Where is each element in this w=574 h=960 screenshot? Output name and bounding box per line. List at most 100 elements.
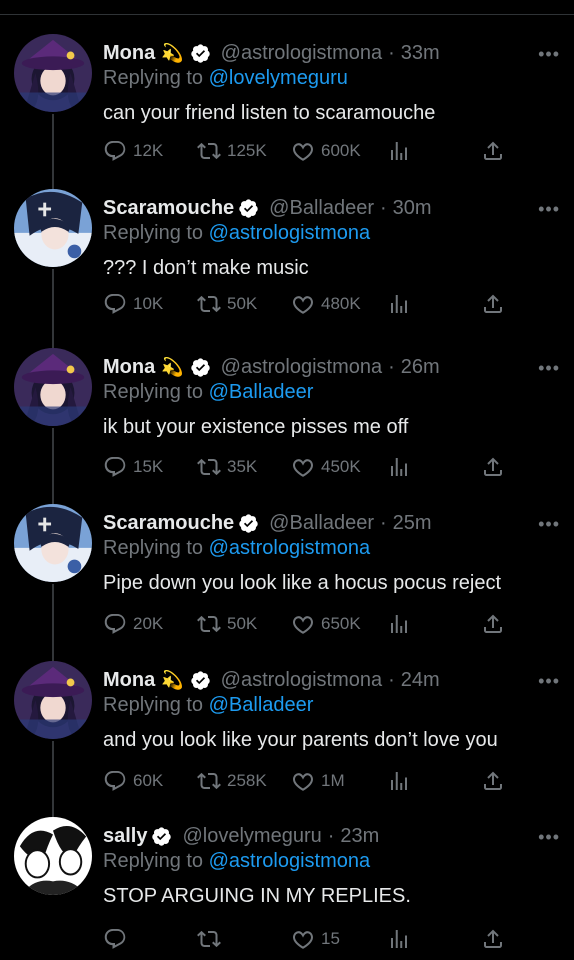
retweet-button[interactable] [197,927,227,951]
avatar-artwork [14,504,92,582]
reply-button[interactable]: 12K [103,139,163,163]
tweet-body: Mona 💫 @astrologistmona · 24m ••• Replyi… [103,667,560,791]
like-button[interactable]: 1M [291,769,345,793]
sparkle-emoji: 💫 [161,669,184,690]
retweet-count: 50K [227,614,258,633]
heart-icon [293,459,313,477]
avatar[interactable] [14,661,92,739]
thread-connector-line [52,269,54,348]
more-options-icon[interactable]: ••• [538,671,560,692]
like-button[interactable]: 450K [291,455,361,479]
reply-button[interactable] [103,927,133,951]
heart-icon [293,143,313,161]
timestamp[interactable]: 33m [401,42,440,65]
like-button[interactable]: 600K [291,139,361,163]
user-handle[interactable]: @Balladeer [269,512,374,535]
display-name[interactable]: Mona [103,669,155,692]
tweet-text: Pipe down you look like a hocus pocus re… [103,572,502,594]
tweet-header: Mona 💫 @astrologistmona · 26m [103,354,560,380]
reply-button[interactable]: 10K [103,292,163,316]
retweet-icon [197,615,221,633]
retweet-button[interactable]: 125K [197,139,267,163]
retweet-button[interactable]: 258K [197,769,267,793]
tweet-text: and you look like your parents don’t lov… [103,729,498,751]
replying-label: Replying to [103,67,204,89]
share-icon [484,294,502,313]
reply-button[interactable]: 20K [103,612,163,636]
reply-icon [104,141,126,161]
avatar[interactable] [14,189,92,267]
display-name[interactable]: Scaramouche [103,197,234,220]
user-handle[interactable]: @astrologistmona [221,42,382,65]
replying-to: Replying to @Balladeer [103,381,560,407]
avatar[interactable] [14,504,92,582]
replying-mention-link[interactable]: @Balladeer [209,381,314,403]
display-name[interactable]: Mona [103,42,155,65]
avatar[interactable] [14,348,92,426]
like-button[interactable]: 650K [291,612,361,636]
replying-mention-link[interactable]: @astrologistmona [209,850,370,872]
share-button[interactable] [481,292,511,316]
replying-label: Replying to [103,850,204,872]
replying-to: Replying to @Balladeer [103,694,560,720]
replying-mention-link[interactable]: @lovelymeguru [209,67,348,89]
user-handle[interactable]: @Balladeer [269,197,374,220]
replying-label: Replying to [103,694,204,716]
reply-count: 12K [133,141,164,160]
reply-button[interactable]: 60K [103,769,163,793]
like-button[interactable]: 480K [291,292,361,316]
analytics-button[interactable] [387,292,417,316]
like-button[interactable]: 15 [291,927,340,951]
more-options-icon[interactable]: ••• [538,44,560,65]
timestamp[interactable]: 24m [401,669,440,692]
tweet-body: Scaramouche @Balladeer · 30m ••• Replyin… [103,195,560,314]
user-handle[interactable]: @astrologistmona [221,669,382,692]
timestamp[interactable]: 25m [393,512,432,535]
verified-badge-icon [239,513,258,533]
analytics-button[interactable] [387,927,417,951]
thread-connector-line [52,114,54,189]
share-button[interactable] [481,139,511,163]
replying-mention-link[interactable]: @astrologistmona [209,537,370,559]
display-name[interactable]: Mona [103,356,155,379]
analytics-button[interactable] [387,612,417,636]
display-name[interactable]: Scaramouche [103,512,234,535]
like-count: 600K [321,141,361,160]
retweet-button[interactable]: 50K [197,612,257,636]
replying-mention-link[interactable]: @Balladeer [209,694,314,716]
replying-label: Replying to [103,537,204,559]
analytics-button[interactable] [387,769,417,793]
avatar[interactable] [14,817,92,895]
reply-button[interactable]: 15K [103,455,163,479]
display-name[interactable]: sally [103,825,147,848]
user-handle[interactable]: @astrologistmona [221,356,382,379]
share-icon [484,614,502,633]
more-options-icon[interactable]: ••• [538,358,560,379]
separator-dot: · [388,668,395,691]
tweet-header: Scaramouche @Balladeer · 30m [103,195,560,221]
timestamp[interactable]: 23m [340,825,379,848]
analytics-icon [391,772,407,790]
share-button[interactable] [481,769,511,793]
more-options-icon[interactable]: ••• [538,199,560,220]
share-button[interactable] [481,612,511,636]
replying-mention-link[interactable]: @astrologistmona [209,222,370,244]
timestamp[interactable]: 26m [401,356,440,379]
heart-icon [293,773,313,791]
like-count: 480K [321,294,361,313]
analytics-button[interactable] [387,139,417,163]
retweet-button[interactable]: 35K [197,455,257,479]
analytics-button[interactable] [387,455,417,479]
more-options-icon[interactable]: ••• [538,827,560,848]
analytics-icon [391,142,407,160]
user-handle[interactable]: @lovelymeguru [182,825,321,848]
timestamp[interactable]: 30m [393,197,432,220]
more-options-icon[interactable]: ••• [538,514,560,535]
thread-connector-line [52,584,54,661]
share-button[interactable] [481,927,511,951]
avatar-artwork [14,189,92,267]
share-button[interactable] [481,455,511,479]
retweet-button[interactable]: 50K [197,292,257,316]
heart-icon [293,931,313,949]
avatar[interactable] [14,34,92,112]
